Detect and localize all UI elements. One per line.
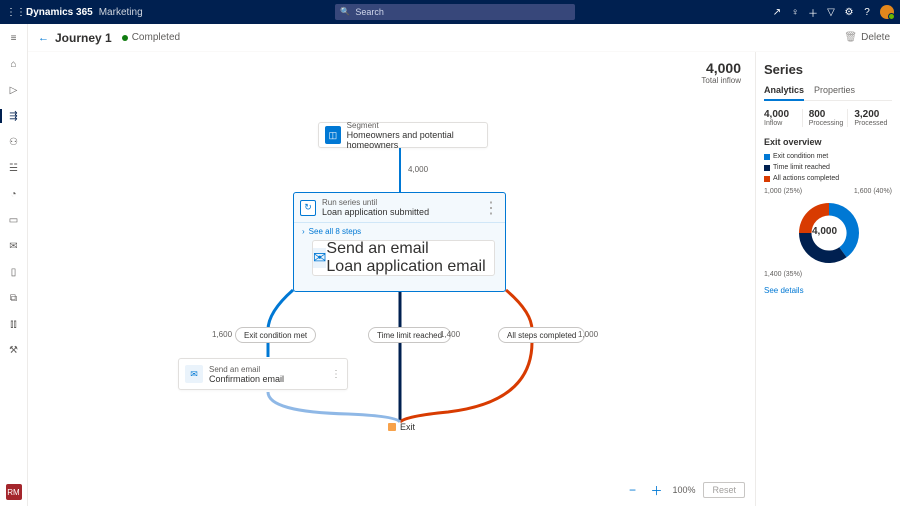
nav-mail-icon[interactable]: ✉: [6, 238, 22, 254]
donut-label-bl: 1,400 (35%): [764, 271, 802, 278]
donut-chart: 1,000 (25%) 1,600 (40%) 1,400 (35%) 4,00…: [764, 188, 892, 278]
zoom-reset-button[interactable]: Reset: [703, 482, 745, 498]
search-box[interactable]: 🔍: [335, 4, 575, 20]
email-node-label: Confirmation email: [209, 374, 284, 384]
series-type: Run series until: [322, 198, 429, 207]
segment-label: Homeowners and potential homeowners: [347, 130, 487, 150]
donut-label-tr: 1,600 (40%): [854, 188, 892, 195]
journey-canvas[interactable]: 4,000 Total inflow: [28, 52, 755, 506]
branch-time-count: 1,400: [440, 330, 460, 339]
branch-exit-pill[interactable]: Exit condition met: [235, 327, 316, 343]
area-name: Marketing: [99, 7, 143, 18]
branch-all-count: 1,000: [578, 330, 598, 339]
share-icon[interactable]: ↗: [768, 7, 786, 18]
nav-play-icon[interactable]: ▷: [6, 82, 22, 98]
nav-clock-icon[interactable]: ◔: [6, 186, 22, 202]
tab-analytics[interactable]: Analytics: [764, 85, 804, 101]
segment-icon: ◫: [325, 126, 341, 144]
nav-copy-icon[interactable]: ⧉: [6, 290, 22, 306]
chart-legend: Exit condition met Time limit reached Al…: [764, 153, 892, 182]
branch-exit-count: 1,600: [212, 330, 232, 339]
see-all-steps-link[interactable]: ›See all 8 steps: [294, 223, 505, 240]
plus-icon[interactable]: ＋: [804, 5, 822, 20]
nav-menu-icon[interactable]: ≡: [6, 30, 22, 46]
search-icon: 🔍: [340, 7, 350, 16]
filter-icon[interactable]: ▽: [822, 7, 840, 18]
nav-persona[interactable]: RM: [6, 484, 22, 500]
tab-properties[interactable]: Properties: [814, 85, 855, 100]
left-nav-rail: ≡ ⌂ ▷ ⇶ ⚇ ☱ ◔ ▭ ✉ ▯ ⧉ ⫾⫾ ⚒ RM: [0, 24, 28, 506]
lightbulb-icon[interactable]: ♀: [786, 7, 804, 18]
flow-count-1: 4,000: [408, 165, 428, 174]
donut-center: 4,000: [812, 226, 837, 237]
zoom-out-button[interactable]: −: [624, 483, 640, 497]
stat-processed: 3,200Processed: [854, 109, 892, 127]
stat-inflow: 4,000Inflow: [764, 109, 803, 127]
series-step-node[interactable]: ✉ Send an email Loan application email: [312, 240, 495, 276]
nav-layers-icon[interactable]: ☱: [6, 160, 22, 176]
page-header: ← Journey 1 Completed 🗑 Delete: [28, 24, 900, 52]
series-more-icon[interactable]: ⋮: [483, 198, 499, 218]
help-icon[interactable]: ?: [858, 7, 876, 18]
settings-icon[interactable]: ⚙: [840, 7, 858, 18]
series-icon: ↻: [300, 200, 316, 216]
app-launcher-icon[interactable]: ⋮⋮⋮: [6, 7, 20, 18]
global-topbar: ⋮⋮⋮ Dynamics 365 Marketing 🔍 ↗ ♀ ＋ ▽ ⚙ ?: [0, 0, 900, 24]
series-step-label: Loan application email: [326, 258, 485, 276]
chevron-right-icon: ›: [302, 227, 305, 236]
series-step-type: Send an email: [326, 240, 485, 258]
zoom-in-button[interactable]: ＋: [648, 483, 664, 497]
nav-settings2-icon[interactable]: ⚒: [6, 342, 22, 358]
panel-title: Series: [764, 62, 892, 77]
page-title: Journey 1: [55, 31, 112, 45]
status-dot-icon: [122, 35, 128, 41]
nav-doc-icon[interactable]: ▯: [6, 264, 22, 280]
series-label: Loan application submitted: [322, 207, 429, 217]
branch-time-pill[interactable]: Time limit reached: [368, 327, 451, 343]
segment-node[interactable]: ◫ Segment Homeowners and potential homeo…: [318, 122, 488, 148]
nav-people-icon[interactable]: ⚇: [6, 134, 22, 150]
email-more-icon[interactable]: ⋮: [331, 369, 341, 380]
delete-icon[interactable]: 🗑: [844, 32, 857, 43]
nav-chart-icon[interactable]: ⫾⫾: [6, 316, 22, 332]
see-details-link[interactable]: See details: [764, 286, 892, 295]
nav-card-icon[interactable]: ▭: [6, 212, 22, 228]
delete-button[interactable]: Delete: [861, 32, 890, 43]
donut-label-tl: 1,000 (25%): [764, 188, 802, 195]
zoom-controls: − ＋ 100% Reset: [624, 482, 745, 498]
nav-journey-icon[interactable]: ⇶: [6, 108, 22, 124]
search-input[interactable]: [335, 4, 575, 20]
product-name: Dynamics 365: [26, 7, 93, 18]
status-badge: Completed: [132, 32, 180, 43]
email-node[interactable]: ✉ Send an email Confirmation email ⋮: [178, 358, 348, 390]
back-button[interactable]: ←: [38, 32, 49, 44]
exit-label: Exit: [400, 422, 415, 432]
stat-processing: 800Processing: [809, 109, 849, 127]
nav-home-icon[interactable]: ⌂: [6, 56, 22, 72]
details-panel: Series Analytics Properties 4,000Inflow …: [755, 52, 900, 506]
email-icon: ✉: [313, 248, 326, 268]
user-avatar[interactable]: [880, 5, 894, 19]
exit-icon: [388, 423, 396, 431]
exit-overview-heading: Exit overview: [764, 137, 892, 147]
segment-type: Segment: [347, 121, 487, 130]
email-node-type: Send an email: [209, 365, 284, 374]
branch-all-pill[interactable]: All steps completed: [498, 327, 585, 343]
series-node[interactable]: ↻ Run series until Loan application subm…: [293, 192, 506, 292]
zoom-level: 100%: [672, 485, 695, 495]
exit-node[interactable]: Exit: [388, 422, 415, 432]
email-icon-2: ✉: [185, 365, 203, 383]
